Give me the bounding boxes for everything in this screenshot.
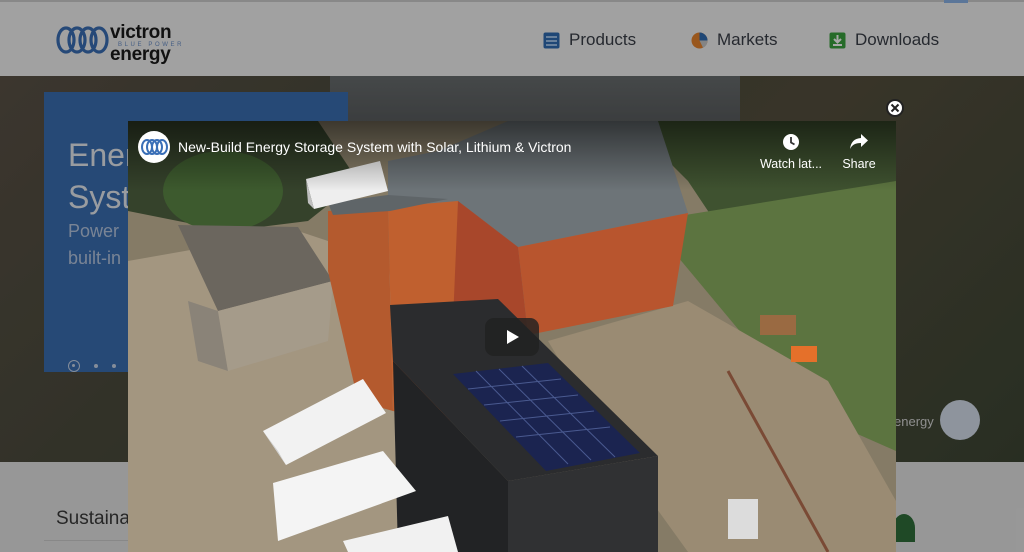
close-icon <box>890 103 900 113</box>
video-title-bar: New-Build Energy Storage System with Sol… <box>128 121 896 191</box>
watch-later-button[interactable]: Watch lat... <box>756 133 826 171</box>
share-button[interactable]: Share <box>824 133 894 171</box>
watch-later-label: Watch lat... <box>759 157 823 171</box>
play-icon <box>507 330 519 344</box>
share-label: Share <box>842 157 876 171</box>
video-title[interactable]: New-Build Energy Storage System with Sol… <box>178 139 571 155</box>
video-player[interactable]: New-Build Energy Storage System with Sol… <box>128 121 896 552</box>
close-modal-button[interactable] <box>886 99 904 117</box>
share-arrow-icon <box>850 134 868 149</box>
play-button[interactable] <box>485 318 539 356</box>
clock-icon <box>783 134 799 150</box>
channel-avatar[interactable] <box>138 131 170 163</box>
victron-wave-icon <box>141 139 168 155</box>
